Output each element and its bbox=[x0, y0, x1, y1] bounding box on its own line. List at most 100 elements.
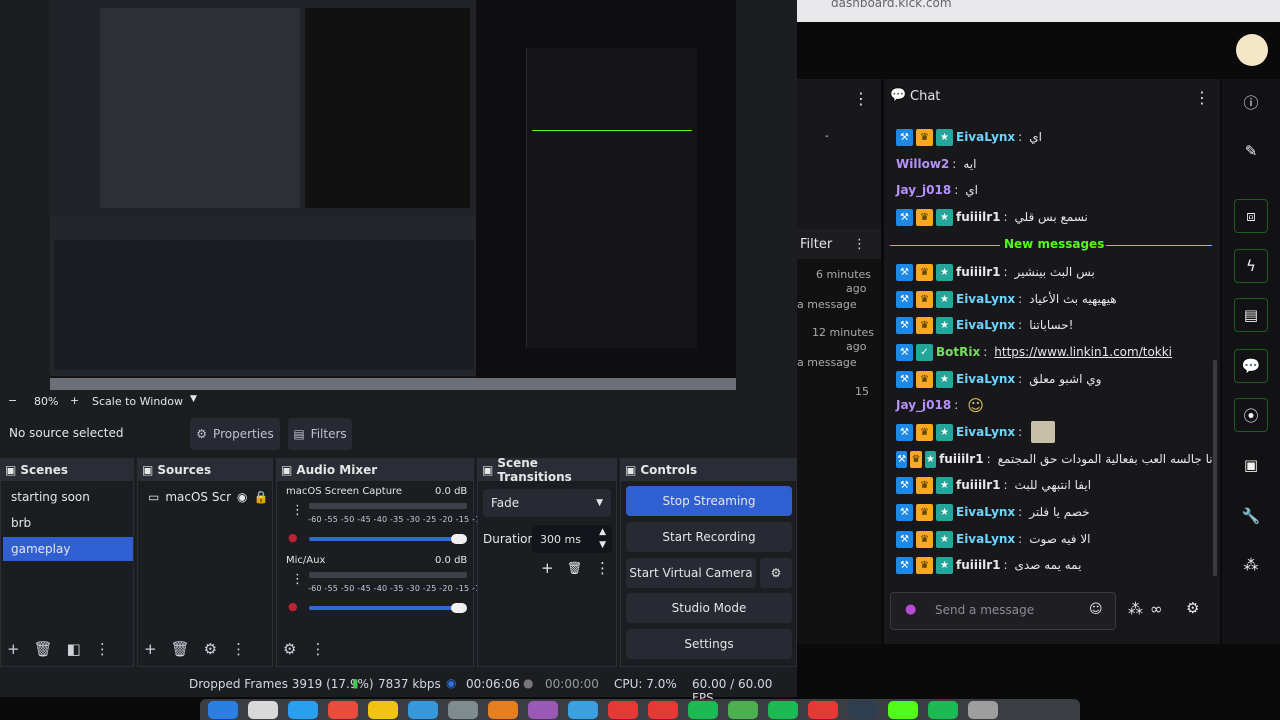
info-icon[interactable]: ⓘ bbox=[1234, 85, 1268, 119]
add-icon[interactable]: + bbox=[541, 559, 554, 577]
studio-mode-button[interactable]: Studio Mode bbox=[626, 593, 792, 623]
dock-app-icon[interactable] bbox=[248, 700, 278, 719]
speaker-icon[interactable]: ● bbox=[288, 531, 298, 544]
add-icon[interactable]: + bbox=[144, 640, 157, 658]
dock-app-icon[interactable] bbox=[608, 700, 638, 719]
dock-app-icon[interactable] bbox=[328, 700, 358, 719]
more-icon[interactable]: ⋮ bbox=[853, 89, 869, 108]
dock-app-icon[interactable] bbox=[448, 700, 478, 719]
chevron-down-icon[interactable]: ▼ bbox=[190, 394, 197, 404]
pen-icon[interactable]: ✎ bbox=[1234, 134, 1268, 168]
dock-app-icon[interactable] bbox=[568, 700, 598, 719]
eye-icon[interactable]: ◉ bbox=[237, 490, 247, 504]
dock-app-icon[interactable] bbox=[648, 700, 678, 719]
chat-input[interactable]: ● Send a message ☺ bbox=[890, 592, 1116, 630]
scene-item[interactable]: brb bbox=[3, 511, 133, 535]
more-icon[interactable]: ⋮ bbox=[291, 503, 304, 518]
chat-username[interactable]: fuiiilr1 bbox=[956, 210, 1000, 224]
more-icon[interactable]: ⋮ bbox=[231, 640, 246, 658]
connections-icon[interactable]: ⁂ bbox=[1128, 600, 1143, 618]
gear-icon[interactable]: ⚙ bbox=[204, 640, 217, 658]
dock-app-icon[interactable] bbox=[928, 700, 958, 719]
trash-icon[interactable]: 🗑 bbox=[567, 561, 582, 575]
volume-slider[interactable] bbox=[309, 606, 457, 610]
dock-app-icon[interactable] bbox=[528, 700, 558, 719]
filters-button[interactable]: ▤ Filters bbox=[288, 418, 352, 450]
more-icon[interactable]: ⋮ bbox=[1194, 88, 1210, 107]
connections-icon[interactable]: ⁂ bbox=[1234, 548, 1268, 582]
dock-app-icon[interactable] bbox=[768, 700, 798, 719]
dock-app-icon[interactable] bbox=[288, 700, 318, 719]
start-recording-button[interactable]: Start Recording bbox=[626, 522, 792, 552]
transition-select[interactable]: Fade ▼ bbox=[483, 489, 611, 517]
zoom-out-icon[interactable]: − bbox=[8, 394, 17, 407]
trash-icon[interactable]: 🗑 bbox=[34, 640, 53, 658]
chat-username[interactable]: fuiiilr1 bbox=[956, 265, 1000, 279]
volume-knob[interactable] bbox=[451, 534, 467, 544]
chat-bubble-icon[interactable]: 💬 bbox=[1234, 349, 1268, 383]
more-icon[interactable]: ⋮ bbox=[595, 559, 610, 577]
dock-app-icon[interactable] bbox=[208, 700, 238, 719]
stop-streaming-button[interactable]: Stop Streaming bbox=[626, 486, 792, 516]
dock-app-icon[interactable] bbox=[488, 700, 518, 719]
chat-username[interactable]: EivaLynx bbox=[956, 532, 1015, 546]
filter-icon[interactable]: ◧ bbox=[67, 640, 81, 658]
more-icon[interactable]: ⋮ bbox=[291, 572, 304, 587]
chat-username[interactable]: EivaLynx bbox=[956, 372, 1015, 386]
mic-icon[interactable]: ● bbox=[905, 602, 916, 617]
more-icon[interactable]: ⋮ bbox=[95, 640, 110, 658]
chat-username[interactable]: fuiiilr1 bbox=[939, 452, 983, 466]
emoji-icon[interactable]: ☺ bbox=[1089, 602, 1103, 617]
obs-preview[interactable] bbox=[50, 0, 736, 390]
chat-scrollbar[interactable] bbox=[1213, 360, 1217, 576]
image-thumbnail[interactable] bbox=[1031, 421, 1056, 443]
screen-icon[interactable]: ⧈ bbox=[1234, 199, 1268, 233]
more-icon[interactable]: ⋮ bbox=[853, 237, 866, 252]
virtual-camera-settings-button[interactable]: ⚙ bbox=[760, 558, 792, 588]
settings-button[interactable]: Settings bbox=[626, 629, 792, 659]
avatar[interactable] bbox=[1236, 34, 1268, 66]
chat-link[interactable]: https://www.linkin1.com/tokki bbox=[994, 345, 1172, 359]
zoom-in-icon[interactable]: + bbox=[70, 394, 79, 407]
scene-item[interactable]: starting soon bbox=[3, 485, 133, 509]
bolt-icon[interactable]: ϟ bbox=[1234, 249, 1268, 283]
chat-username[interactable]: EivaLynx bbox=[956, 130, 1015, 144]
url-text[interactable]: dashboard.kick.com bbox=[831, 0, 952, 10]
chat-username[interactable]: Jay_j018 bbox=[896, 398, 951, 412]
chat-username[interactable]: fuiiilr1 bbox=[956, 478, 1000, 492]
source-item[interactable]: ▭ macOS Scr ◉ 🔒 bbox=[140, 485, 272, 509]
chat-username[interactable]: Willow2 bbox=[896, 157, 949, 171]
dock-app-icon[interactable] bbox=[368, 700, 398, 719]
gear-icon[interactable]: ⚙ bbox=[283, 640, 296, 658]
filter-bar[interactable]: Filter ⋮ bbox=[797, 229, 881, 259]
scene-item-selected[interactable]: gameplay bbox=[3, 537, 133, 561]
broadcast-icon[interactable]: ⦿ bbox=[1234, 398, 1268, 432]
gear-icon[interactable]: ⚙ bbox=[1186, 599, 1199, 617]
dock-app-icon[interactable] bbox=[728, 700, 758, 719]
chat-username[interactable]: EivaLynx bbox=[956, 505, 1015, 519]
dock-app-icon[interactable] bbox=[888, 700, 918, 719]
chat-username[interactable]: EivaLynx bbox=[956, 292, 1015, 306]
chevron-up-icon[interactable]: ▲ bbox=[599, 527, 606, 537]
note-icon[interactable]: ▤ bbox=[1234, 298, 1268, 332]
mic-icon[interactable]: ● bbox=[288, 600, 298, 613]
wrench-icon[interactable]: 🔧 bbox=[1234, 499, 1268, 533]
lock-icon[interactable]: 🔒 bbox=[254, 490, 269, 504]
dock-app-icon[interactable] bbox=[688, 700, 718, 719]
chat-username[interactable]: BotRix bbox=[936, 345, 980, 359]
more-icon[interactable]: ⋮ bbox=[310, 640, 325, 658]
duration-input[interactable]: 300 ms ▲ ▼ bbox=[532, 525, 612, 553]
dock-app-icon[interactable] bbox=[848, 700, 878, 719]
dock-app-icon[interactable] bbox=[968, 700, 998, 719]
start-virtual-camera-button[interactable]: Start Virtual Camera bbox=[626, 558, 756, 588]
volume-knob[interactable] bbox=[451, 603, 467, 613]
trash-icon[interactable]: 🗑 bbox=[171, 640, 190, 658]
dock-app-icon[interactable] bbox=[408, 700, 438, 719]
video-icon[interactable]: ▣ bbox=[1234, 448, 1268, 482]
add-icon[interactable]: + bbox=[7, 640, 20, 658]
chevron-down-icon[interactable]: ▼ bbox=[599, 540, 606, 550]
chat-username[interactable]: EivaLynx bbox=[956, 425, 1015, 439]
chat-username[interactable]: Jay_j018 bbox=[896, 183, 951, 197]
properties-button[interactable]: ⚙ Properties bbox=[190, 418, 280, 450]
chat-username[interactable]: EivaLynx bbox=[956, 318, 1015, 332]
